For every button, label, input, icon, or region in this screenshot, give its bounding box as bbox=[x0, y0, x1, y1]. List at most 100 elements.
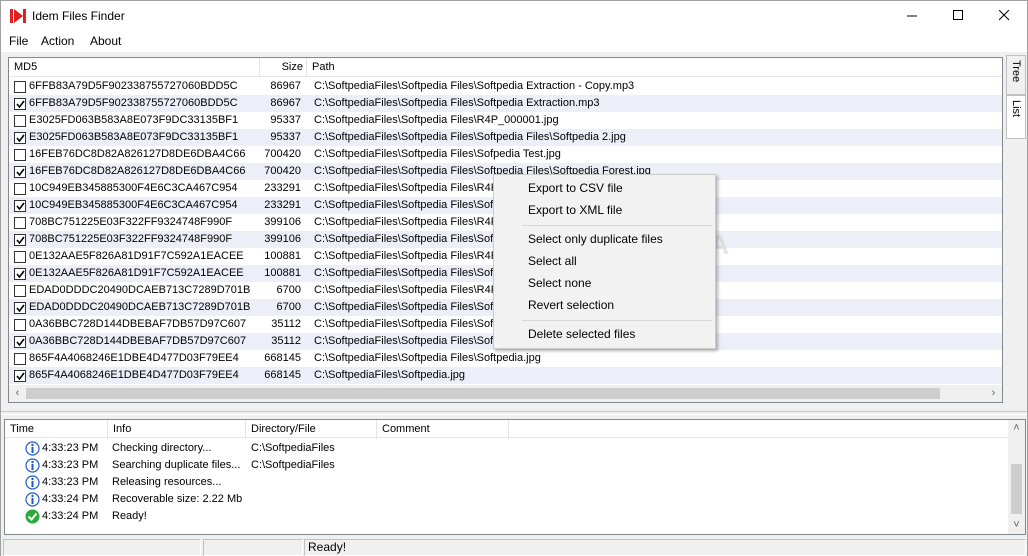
vertical-scrollbar[interactable]: ˄ ˅ bbox=[1008, 420, 1025, 534]
cell-path: C:\SoftpediaFiles\Softpedia Files\R4P bbox=[314, 216, 499, 228]
table-row[interactable]: 16FEB76DC8D82A826127D8DE6DBA4C66 700420 C:… bbox=[9, 146, 1002, 163]
row-checkbox[interactable] bbox=[14, 285, 26, 297]
menu-delete-selected[interactable]: Delete selected files bbox=[495, 323, 714, 345]
row-checkbox[interactable] bbox=[14, 217, 26, 229]
row-checkbox[interactable] bbox=[14, 166, 26, 178]
cell-path: C:\SoftpediaFiles\Softpedia Files\Soft bbox=[314, 199, 497, 211]
cell-size: 35112 bbox=[271, 335, 301, 347]
row-checkbox[interactable] bbox=[14, 132, 26, 144]
cell-path: C:\SoftpediaFiles\Softpedia Files\Softpe… bbox=[314, 97, 600, 109]
cell-size: 35112 bbox=[271, 318, 301, 330]
row-checkbox[interactable] bbox=[14, 200, 26, 212]
row-checkbox[interactable] bbox=[14, 183, 26, 195]
table-row[interactable]: E3025FD063B583A8E073F9DC33135BF1 95337 C:\… bbox=[9, 129, 1002, 146]
scroll-right-icon[interactable]: › bbox=[985, 385, 1002, 402]
log-row[interactable]: 4:33:23 PM Checking directory... C:\Softpe… bbox=[5, 440, 1009, 457]
log-scroll-thumb[interactable] bbox=[1011, 464, 1022, 514]
table-row[interactable]: 6FFB83A79D5F902338755727060BDD5C 86967 C:\… bbox=[9, 95, 1002, 112]
file-list-header: MD5 Size Path bbox=[9, 58, 1002, 77]
row-checkbox[interactable] bbox=[14, 251, 26, 263]
table-row[interactable]: 6FFB83A79D5F902338755727060BDD5C 86967 C:\… bbox=[9, 78, 1002, 95]
check-icon bbox=[25, 509, 40, 524]
minimize-button[interactable] bbox=[889, 1, 935, 31]
close-icon bbox=[998, 9, 1009, 21]
column-time[interactable]: Time bbox=[5, 420, 108, 439]
cell-path: C:\SoftpediaFiles\Softpedia Files\R4P bbox=[314, 250, 499, 262]
cell-md5: 0E132AAE5F826A81D91F7C592A1EACEE bbox=[29, 267, 244, 279]
row-checkbox[interactable] bbox=[14, 98, 26, 110]
menu-about[interactable]: About bbox=[90, 34, 121, 48]
menu-file[interactable]: File bbox=[9, 34, 28, 48]
info-icon bbox=[25, 458, 40, 473]
cell-md5: 865F4A4068246E1DBE4D477D03F79EE4 bbox=[29, 369, 239, 381]
table-row[interactable]: 865F4A4068246E1DBE4D477D03F79EE4 668145 C:… bbox=[9, 350, 1002, 367]
menu-export-csv[interactable]: Export to CSV file bbox=[495, 177, 714, 199]
menu-action[interactable]: Action bbox=[41, 34, 74, 48]
menu-separator bbox=[522, 320, 712, 321]
column-comment[interactable]: Comment bbox=[377, 420, 509, 439]
log-row[interactable]: 4:33:23 PM Releasing resources... bbox=[5, 474, 1009, 491]
cell-size: 95337 bbox=[270, 131, 301, 143]
log-time: 4:33:23 PM bbox=[42, 442, 99, 454]
table-row[interactable]: E3025FD063B583A8E073F9DC33135BF1 95337 C:\… bbox=[9, 112, 1002, 129]
info-icon bbox=[25, 441, 40, 456]
column-directory[interactable]: Directory/File bbox=[246, 420, 377, 439]
cell-size: 700420 bbox=[264, 148, 301, 160]
cell-md5: 10C949EB345885300F4E6C3CA467C954 bbox=[29, 182, 238, 194]
column-md5[interactable]: MD5 bbox=[9, 58, 260, 77]
row-checkbox[interactable] bbox=[14, 319, 26, 331]
cell-path: C:\SoftpediaFiles\Softpedia Files\Soft bbox=[314, 318, 497, 330]
row-checkbox[interactable] bbox=[14, 336, 26, 348]
cell-path: C:\SoftpediaFiles\Softpedia Files\Soft bbox=[314, 267, 497, 279]
column-path[interactable]: Path bbox=[307, 58, 1002, 77]
cell-size: 700420 bbox=[264, 165, 301, 177]
cell-md5: 16FEB76DC8D82A826127D8DE6DBA4C66 bbox=[29, 148, 246, 160]
tab-list[interactable]: List bbox=[1006, 95, 1026, 139]
cell-path: C:\SoftpediaFiles\Softpedia Files\Softpe… bbox=[314, 131, 626, 143]
cell-path: C:\SoftpediaFiles\Softpedia Files\Softpe… bbox=[314, 352, 541, 364]
row-checkbox[interactable] bbox=[14, 370, 26, 382]
row-checkbox[interactable] bbox=[14, 234, 26, 246]
info-icon bbox=[25, 475, 40, 490]
cell-size: 100881 bbox=[264, 250, 301, 262]
cell-path: C:\SoftpediaFiles\Softpedia Files\R4P bbox=[314, 284, 499, 296]
info-icon bbox=[25, 492, 40, 507]
column-info[interactable]: Info bbox=[108, 420, 246, 439]
menu-separator bbox=[522, 225, 712, 226]
cell-size: 399106 bbox=[264, 233, 301, 245]
checkmark-icon bbox=[16, 100, 25, 109]
maximize-button[interactable] bbox=[935, 1, 981, 31]
horizontal-scrollbar[interactable]: ‹ › bbox=[9, 385, 1002, 402]
cell-path: C:\SoftpediaFiles\Softpedia Files\Soft bbox=[314, 335, 497, 347]
menu-select-none[interactable]: Select none bbox=[495, 272, 714, 294]
log-list[interactable]: Time Info Directory/File Comment 4:33:23… bbox=[4, 419, 1026, 535]
cell-md5: 10C949EB345885300F4E6C3CA467C954 bbox=[29, 199, 238, 211]
row-checkbox[interactable] bbox=[14, 81, 26, 93]
scroll-up-icon[interactable]: ˄ bbox=[1008, 420, 1025, 437]
tab-tree[interactable]: Tree bbox=[1006, 55, 1026, 95]
column-size[interactable]: Size bbox=[260, 58, 307, 77]
row-checkbox[interactable] bbox=[14, 302, 26, 314]
row-checkbox[interactable] bbox=[14, 268, 26, 280]
checkmark-icon bbox=[16, 338, 25, 347]
title-bar[interactable]: Idem Files Finder bbox=[1, 1, 1027, 31]
menu-select-duplicates[interactable]: Select only duplicate files bbox=[495, 228, 714, 250]
scroll-thumb[interactable] bbox=[26, 388, 940, 399]
log-time: 4:33:23 PM bbox=[42, 476, 99, 488]
menu-revert-selection[interactable]: Revert selection bbox=[495, 294, 714, 316]
cell-size: 668145 bbox=[264, 352, 301, 364]
cell-md5: 0E132AAE5F826A81D91F7C592A1EACEE bbox=[29, 250, 244, 262]
menu-select-all[interactable]: Select all bbox=[495, 250, 714, 272]
table-row[interactable]: 865F4A4068246E1DBE4D477D03F79EE4 668145 C:… bbox=[9, 367, 1002, 384]
row-checkbox[interactable] bbox=[14, 353, 26, 365]
log-row[interactable]: 4:33:23 PM Searching duplicate files... C:… bbox=[5, 457, 1009, 474]
scroll-left-icon[interactable]: ‹ bbox=[9, 385, 26, 402]
row-checkbox[interactable] bbox=[14, 149, 26, 161]
pane-splitter[interactable] bbox=[1, 411, 1027, 415]
close-button[interactable] bbox=[981, 1, 1027, 31]
row-checkbox[interactable] bbox=[14, 115, 26, 127]
scroll-down-icon[interactable]: ˅ bbox=[1008, 517, 1025, 534]
log-row[interactable]: 4:33:24 PM Recoverable size: 2.22 Mb bbox=[5, 491, 1009, 508]
log-row[interactable]: 4:33:24 PM Ready! bbox=[5, 508, 1009, 525]
menu-export-xml[interactable]: Export to XML file bbox=[495, 199, 714, 221]
